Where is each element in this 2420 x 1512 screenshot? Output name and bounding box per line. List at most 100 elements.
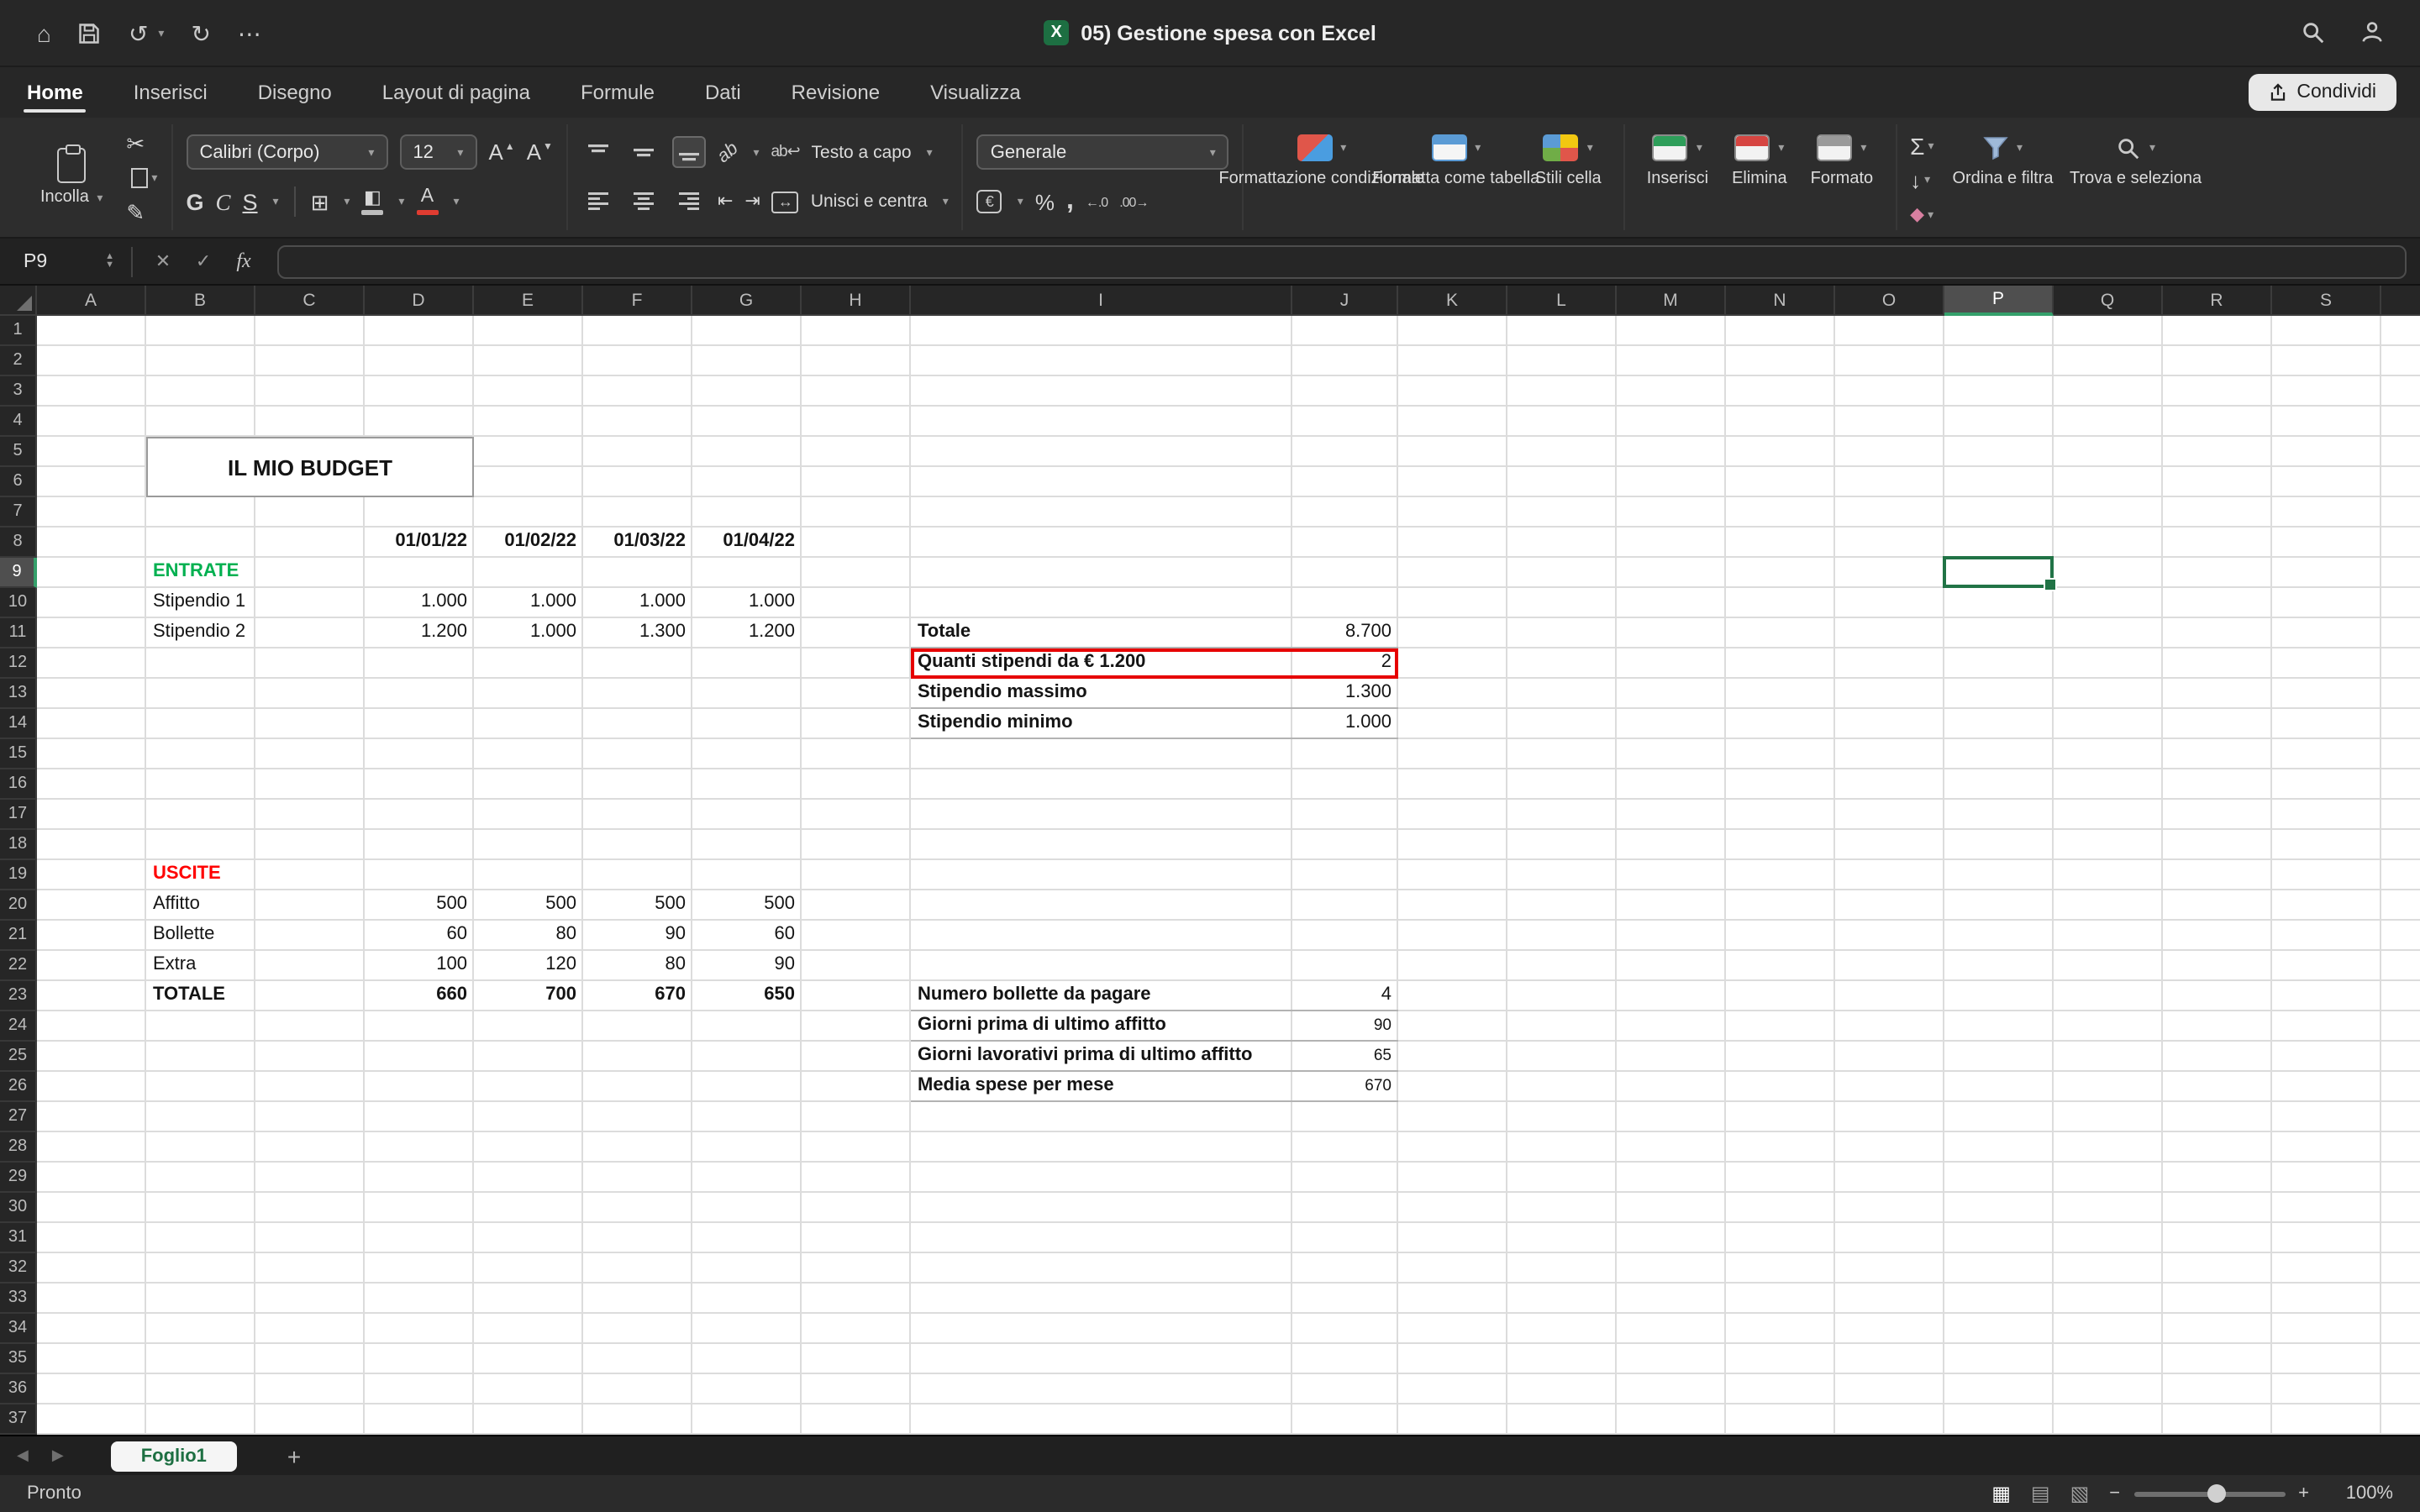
row-header-3[interactable]: 3 [0, 376, 37, 407]
account-icon[interactable] [2360, 20, 2386, 45]
cell-D8[interactable]: 01/01/22 [365, 528, 474, 558]
cell-D11[interactable]: 1.200 [365, 618, 474, 648]
row-header-1[interactable]: 1 [0, 316, 37, 346]
column-header-S[interactable]: S [2272, 286, 2381, 316]
row-header-24[interactable]: 24 [0, 1011, 37, 1042]
font-family-select[interactable]: Calibri (Corpo) ▾ [186, 135, 387, 171]
row-header-31[interactable]: 31 [0, 1223, 37, 1253]
zoom-out-icon[interactable]: − [2109, 1483, 2120, 1504]
cell-B11[interactable]: Stipendio 2 [146, 618, 255, 648]
zoom-slider[interactable] [2133, 1491, 2285, 1496]
cell-G23[interactable]: 650 [692, 981, 802, 1011]
add-sheet-icon[interactable]: + [287, 1442, 301, 1469]
column-header-M[interactable]: M [1617, 286, 1726, 316]
cell-F22[interactable]: 80 [583, 951, 692, 981]
row-header-20[interactable]: 20 [0, 890, 37, 921]
cell-B10[interactable]: Stipendio 1 [146, 588, 255, 618]
cell-E23[interactable]: 700 [474, 981, 583, 1011]
redo-icon[interactable]: ↻ [191, 21, 210, 45]
tab-home[interactable]: Home [24, 67, 87, 118]
row-header-22[interactable]: 22 [0, 951, 37, 981]
paste-button[interactable]: Incolla ▾ [30, 144, 113, 211]
previous-sheet-icon[interactable]: ◀ [17, 1446, 29, 1465]
row-header-27[interactable]: 27 [0, 1102, 37, 1132]
font-size-select[interactable]: 12 ▾ [399, 135, 476, 171]
align-bottom-button[interactable] [672, 137, 706, 169]
cell-E11[interactable]: 1.000 [474, 618, 583, 648]
underline-button[interactable]: S [243, 191, 258, 213]
home-icon[interactable]: ⌂ [37, 21, 51, 45]
column-header-G[interactable]: G [692, 286, 802, 316]
comma-style-icon[interactable]: , [1066, 189, 1074, 216]
row-header-32[interactable]: 32 [0, 1253, 37, 1284]
column-header-O[interactable]: O [1835, 286, 1944, 316]
column-header-K[interactable]: K [1398, 286, 1507, 316]
share-button[interactable]: Condividi [2248, 74, 2396, 111]
cell-D22[interactable]: 100 [365, 951, 474, 981]
align-middle-button[interactable] [627, 137, 660, 169]
cell-E10[interactable]: 1.000 [474, 588, 583, 618]
delete-cells-button[interactable]: ▾ Elimina [1723, 128, 1796, 192]
name-box[interactable]: P9 ▲ ▼ [0, 251, 121, 271]
tab-dati[interactable]: Dati [702, 67, 744, 118]
cell-D10[interactable]: 1.000 [365, 588, 474, 618]
page-layout-view-icon[interactable]: ▤ [2031, 1482, 2050, 1505]
align-center-button[interactable] [627, 186, 660, 218]
cell-E22[interactable]: 120 [474, 951, 583, 981]
column-header-P[interactable]: P [1944, 286, 2054, 316]
cell-J25[interactable]: 65 [1292, 1042, 1398, 1072]
row-header-36[interactable]: 36 [0, 1374, 37, 1404]
clear-icon[interactable]: ◆ [1910, 203, 1924, 225]
row-header-26[interactable]: 26 [0, 1072, 37, 1102]
cell-I25[interactable]: Giorni lavorativi prima di ultimo affitt… [911, 1042, 1292, 1072]
column-header-B[interactable]: B [146, 286, 255, 316]
row-header-37[interactable]: 37 [0, 1404, 37, 1435]
name-box-stepper[interactable]: ▲ ▼ [105, 254, 114, 269]
tab-visualizza[interactable]: Visualizza [927, 67, 1024, 118]
italic-button[interactable]: C [215, 191, 230, 213]
sort-filter-button[interactable]: ▾ Ordina e filtra [1944, 128, 2061, 192]
column-header-I[interactable]: I [911, 286, 1292, 316]
cell-B21[interactable]: Bollette [146, 921, 255, 951]
borders-icon[interactable]: ⊞ [311, 192, 329, 213]
row-header-12[interactable]: 12 [0, 648, 37, 679]
column-header-A[interactable]: A [37, 286, 146, 316]
cell-F20[interactable]: 500 [583, 890, 692, 921]
tab-layout-di-pagina[interactable]: Layout di pagina [379, 67, 534, 118]
font-color-button[interactable]: A [416, 189, 438, 216]
column-header-N[interactable]: N [1726, 286, 1835, 316]
cell-D21[interactable]: 60 [365, 921, 474, 951]
format-as-table-button[interactable]: ▾ Formatta come tabella [1392, 128, 1520, 192]
row-header-9[interactable]: 9 [0, 558, 37, 588]
tab-disegno[interactable]: Disegno [255, 67, 335, 118]
sheet-tab-foglio1[interactable]: Foglio1 [111, 1441, 237, 1471]
cut-icon[interactable]: ✂ [126, 132, 145, 154]
cell-B20[interactable]: Affitto [146, 890, 255, 921]
cell-B23[interactable]: TOTALE [146, 981, 255, 1011]
row-header-4[interactable]: 4 [0, 407, 37, 437]
page-break-view-icon[interactable]: ▧ [2070, 1482, 2090, 1505]
undo-chevron-icon[interactable]: ▾ [158, 26, 164, 39]
tab-formule[interactable]: Formule [577, 67, 658, 118]
format-cells-button[interactable]: ▾ Formato [1802, 128, 1881, 192]
column-header-H[interactable]: H [802, 286, 911, 316]
cell-G21[interactable]: 60 [692, 921, 802, 951]
cell-F8[interactable]: 01/03/22 [583, 528, 692, 558]
accounting-chevron-icon[interactable]: ▾ [1018, 196, 1023, 209]
row-header-35[interactable]: 35 [0, 1344, 37, 1374]
zoom-level[interactable]: 100% [2329, 1483, 2393, 1504]
cell-G11[interactable]: 1.200 [692, 618, 802, 648]
fill-color-chevron-icon[interactable]: ▾ [398, 196, 404, 209]
orientation-chevron-icon[interactable]: ▾ [753, 146, 759, 160]
cell-B22[interactable]: Extra [146, 951, 255, 981]
increase-font-size-button[interactable]: A ▲ [488, 142, 514, 164]
percent-style-icon[interactable]: % [1035, 192, 1055, 213]
formula-input[interactable] [277, 244, 2407, 278]
fill-down-icon[interactable]: ↓ [1910, 169, 1921, 191]
row-header-23[interactable]: 23 [0, 981, 37, 1011]
borders-chevron-icon[interactable]: ▾ [344, 196, 350, 209]
fill-color-button[interactable]: ◧ [361, 189, 383, 215]
tab-revisione[interactable]: Revisione [788, 67, 883, 118]
cell-I11[interactable]: Totale [911, 618, 1292, 648]
cell-J24[interactable]: 90 [1292, 1011, 1398, 1042]
